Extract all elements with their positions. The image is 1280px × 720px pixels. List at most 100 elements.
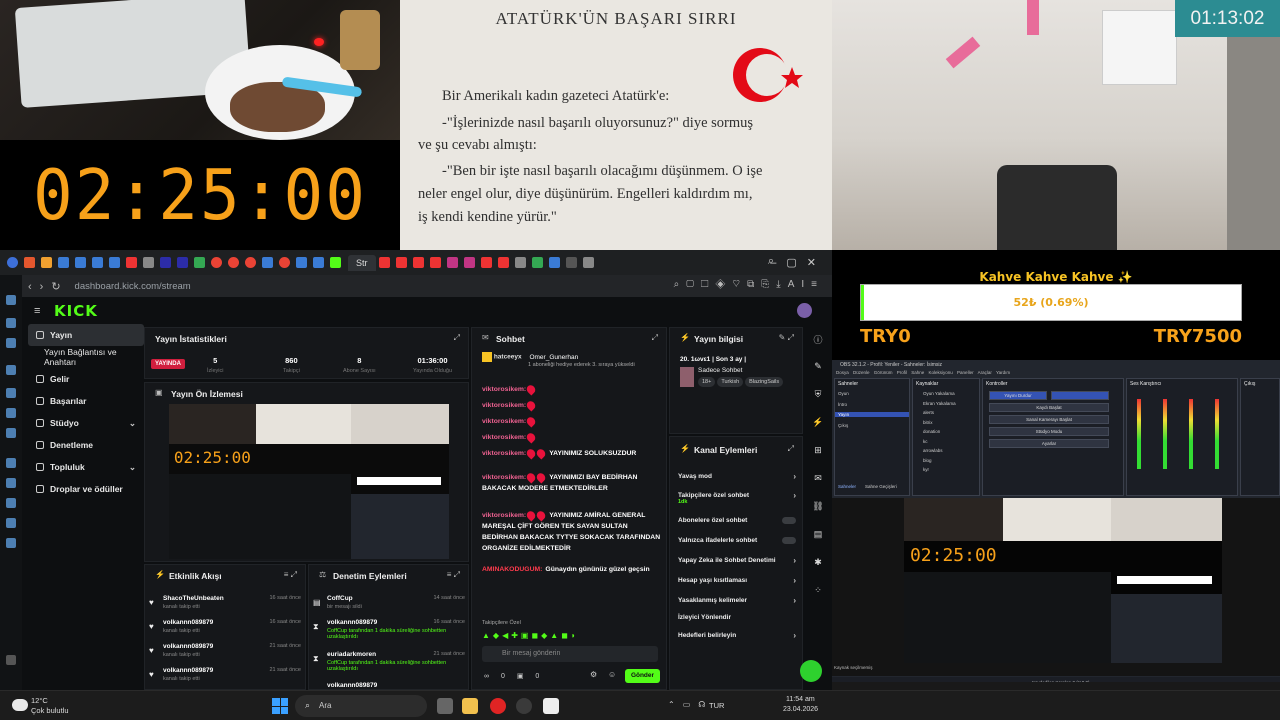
window-controls[interactable]: –▢✕ — [770, 256, 826, 269]
channel-action-item[interactable]: Yalnızca ifadelerle sohbet — [678, 537, 798, 544]
tab-icon[interactable] — [531, 257, 543, 268]
taskbar-time[interactable]: 11:54 am — [786, 696, 815, 703]
tab-icon[interactable] — [395, 257, 407, 268]
nav-item-community[interactable]: Topluluk ⌄ — [28, 456, 144, 478]
bolt-icon[interactable]: ⚡ — [812, 417, 824, 429]
obs-tab[interactable]: Sahne Geçişleri — [865, 484, 897, 489]
obs-tab[interactable]: Sahneler — [838, 484, 856, 489]
settings-icon[interactable]: ⚙ — [590, 670, 597, 679]
nav-item-drops[interactable]: Droplar ve ödüller — [28, 478, 144, 500]
nav-item-stream[interactable]: Yayın — [28, 324, 144, 346]
tab-icon[interactable] — [514, 257, 526, 268]
nav-buttons[interactable]: ‹›↻ — [28, 280, 69, 293]
popout-icon[interactable]: ⤢ — [454, 333, 460, 343]
modlog-user[interactable]: volkannn089879 — [327, 619, 377, 626]
chat-username[interactable]: AMINAKODUGUM: — [482, 566, 542, 573]
system-tray[interactable]: ⌃▭☊ — [668, 700, 713, 709]
source-item[interactable]: blog — [923, 458, 932, 463]
popout-icon[interactable]: ≡ ⤢ — [284, 570, 297, 580]
avatar[interactable] — [797, 303, 812, 318]
sidebar-icon[interactable] — [6, 318, 16, 328]
obs-icon[interactable] — [516, 698, 532, 714]
tab-icon[interactable] — [245, 257, 256, 268]
modlog-user[interactable]: CoffCup — [327, 595, 353, 602]
sidebar-icon[interactable] — [6, 388, 16, 398]
sidebar-icon[interactable] — [6, 518, 16, 528]
sidebar-icon[interactable] — [6, 428, 16, 438]
emote-row[interactable]: ▲◆◀✚▣◼◆▲◼◗ — [482, 631, 579, 640]
channel-action-item[interactable]: Takipçilere özel sohbet 1dk › — [678, 491, 798, 505]
toggle-switch[interactable] — [782, 517, 796, 524]
tab-icon[interactable] — [177, 257, 188, 268]
tab-icon[interactable] — [75, 257, 86, 268]
new-tab-icon[interactable] — [582, 257, 594, 268]
tab-icon[interactable] — [92, 257, 103, 268]
tab-icon[interactable] — [429, 257, 441, 268]
gift-target[interactable]: Omer_Gunerhan — [529, 354, 578, 361]
sidebar-icon[interactable] — [6, 365, 16, 375]
edit-icon[interactable]: ✎ ⤢ — [779, 333, 794, 343]
layout-icon[interactable]: ▤ — [812, 529, 824, 541]
tab-icon[interactable] — [262, 257, 273, 268]
tag[interactable]: Turkish — [717, 377, 744, 387]
stream-preview-video[interactable]: 02:25:00 — [169, 404, 449, 559]
sidebar-icon[interactable] — [6, 538, 16, 548]
ai-button[interactable]: AI — [788, 279, 811, 290]
sidebar-icon[interactable] — [6, 458, 16, 468]
tab-icon[interactable] — [497, 257, 509, 268]
record-button[interactable] — [1051, 391, 1109, 400]
popout-icon[interactable]: ≡ ⤢ — [447, 570, 460, 580]
channel-action-item[interactable]: Yavaş mod › — [678, 472, 798, 481]
tab-icon[interactable] — [211, 257, 222, 268]
activity-user[interactable]: volkannn089879 — [163, 643, 213, 650]
taskbar-search[interactable]: Ara — [295, 695, 427, 717]
kick-logo[interactable]: KICK — [54, 302, 98, 320]
link-icon[interactable]: ⛓ — [812, 501, 824, 513]
start-button[interactable] — [272, 698, 288, 714]
menu-icon[interactable]: ≡ — [34, 305, 40, 317]
source-item[interactable]: kyr — [923, 467, 929, 472]
modlog-user[interactable]: volkannn089879 — [327, 682, 377, 689]
nav-item-achievements[interactable]: Başarılar — [28, 390, 144, 412]
source-item[interactable]: arrowlabs — [923, 448, 943, 453]
tab-icon[interactable] — [228, 257, 239, 268]
sidebar-icon[interactable] — [6, 478, 16, 488]
language-indicator[interactable]: TUR — [709, 701, 724, 710]
opera-icon[interactable] — [490, 698, 506, 714]
chat-input[interactable]: Bir mesaj gönderin — [482, 646, 658, 662]
tab-icon[interactable] — [296, 257, 307, 268]
refresh-fab-button[interactable] — [800, 660, 822, 682]
wrench-icon[interactable]: ✱ — [812, 557, 824, 569]
browser-icon[interactable] — [7, 257, 18, 268]
cloud-icon[interactable] — [12, 699, 28, 711]
modlog-user[interactable]: euriadarkmoren — [327, 651, 376, 658]
source-item[interactable]: kc — [923, 439, 928, 444]
chat-username[interactable]: viktorosikem: — [482, 418, 526, 425]
taskbar-date[interactable]: 23.04.2026 — [783, 706, 818, 713]
tab-icon[interactable] — [58, 257, 69, 268]
tab-icon[interactable] — [378, 257, 390, 268]
weather-desc[interactable]: Çok bulutlu — [31, 706, 69, 715]
activity-user[interactable]: volkannn089879 — [163, 619, 213, 626]
activity-user[interactable]: volkannn089879 — [163, 667, 213, 674]
shield-icon[interactable]: ⛨ — [812, 389, 824, 401]
tab-icon[interactable] — [279, 257, 290, 268]
tab-icon[interactable] — [109, 257, 120, 268]
chat-username[interactable]: viktorosikem: — [482, 474, 526, 481]
activity-user[interactable]: ShacoTheUnbeaten — [163, 595, 224, 602]
apps-icon[interactable]: ⁘ — [812, 585, 824, 597]
chat-username[interactable]: viktorosikem: — [482, 386, 526, 393]
stop-stream-button[interactable]: Yayını Durdur — [989, 391, 1047, 400]
tab-icon[interactable] — [548, 257, 560, 268]
notion-icon[interactable] — [543, 698, 559, 714]
obs-preview[interactable]: 02:25:00 Kaynak seçilmemiş — [832, 498, 1280, 676]
chat-username[interactable]: viktorosikem: — [482, 450, 526, 457]
obs-menu-bar[interactable]: Dosya Düzenle Görünüm Profil Sahne Kolek… — [836, 370, 1010, 375]
tab-icon[interactable] — [41, 257, 52, 268]
sidebar-icon[interactable] — [6, 498, 16, 508]
sidebar-icon[interactable] — [6, 408, 16, 418]
source-item[interactable]: bitrix — [923, 420, 933, 425]
channel-action-item[interactable]: Hesap yaşı kısıtlaması › — [678, 576, 798, 585]
scene-item[interactable]: Çıkış — [838, 423, 848, 428]
virtual-cam-button[interactable]: Sanal Kamerayı Başlat — [989, 415, 1109, 424]
